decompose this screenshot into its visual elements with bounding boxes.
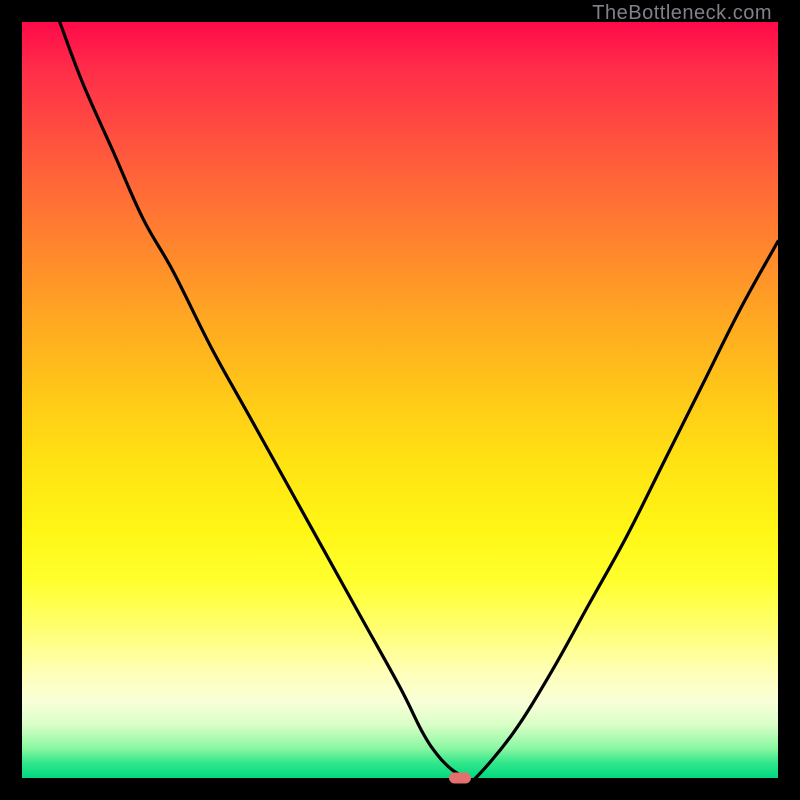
chart-container: TheBottleneck.com [0, 0, 800, 800]
minimum-marker [449, 773, 471, 784]
bottleneck-curve [22, 22, 778, 778]
curve-path [60, 22, 778, 782]
plot-area [22, 22, 778, 778]
